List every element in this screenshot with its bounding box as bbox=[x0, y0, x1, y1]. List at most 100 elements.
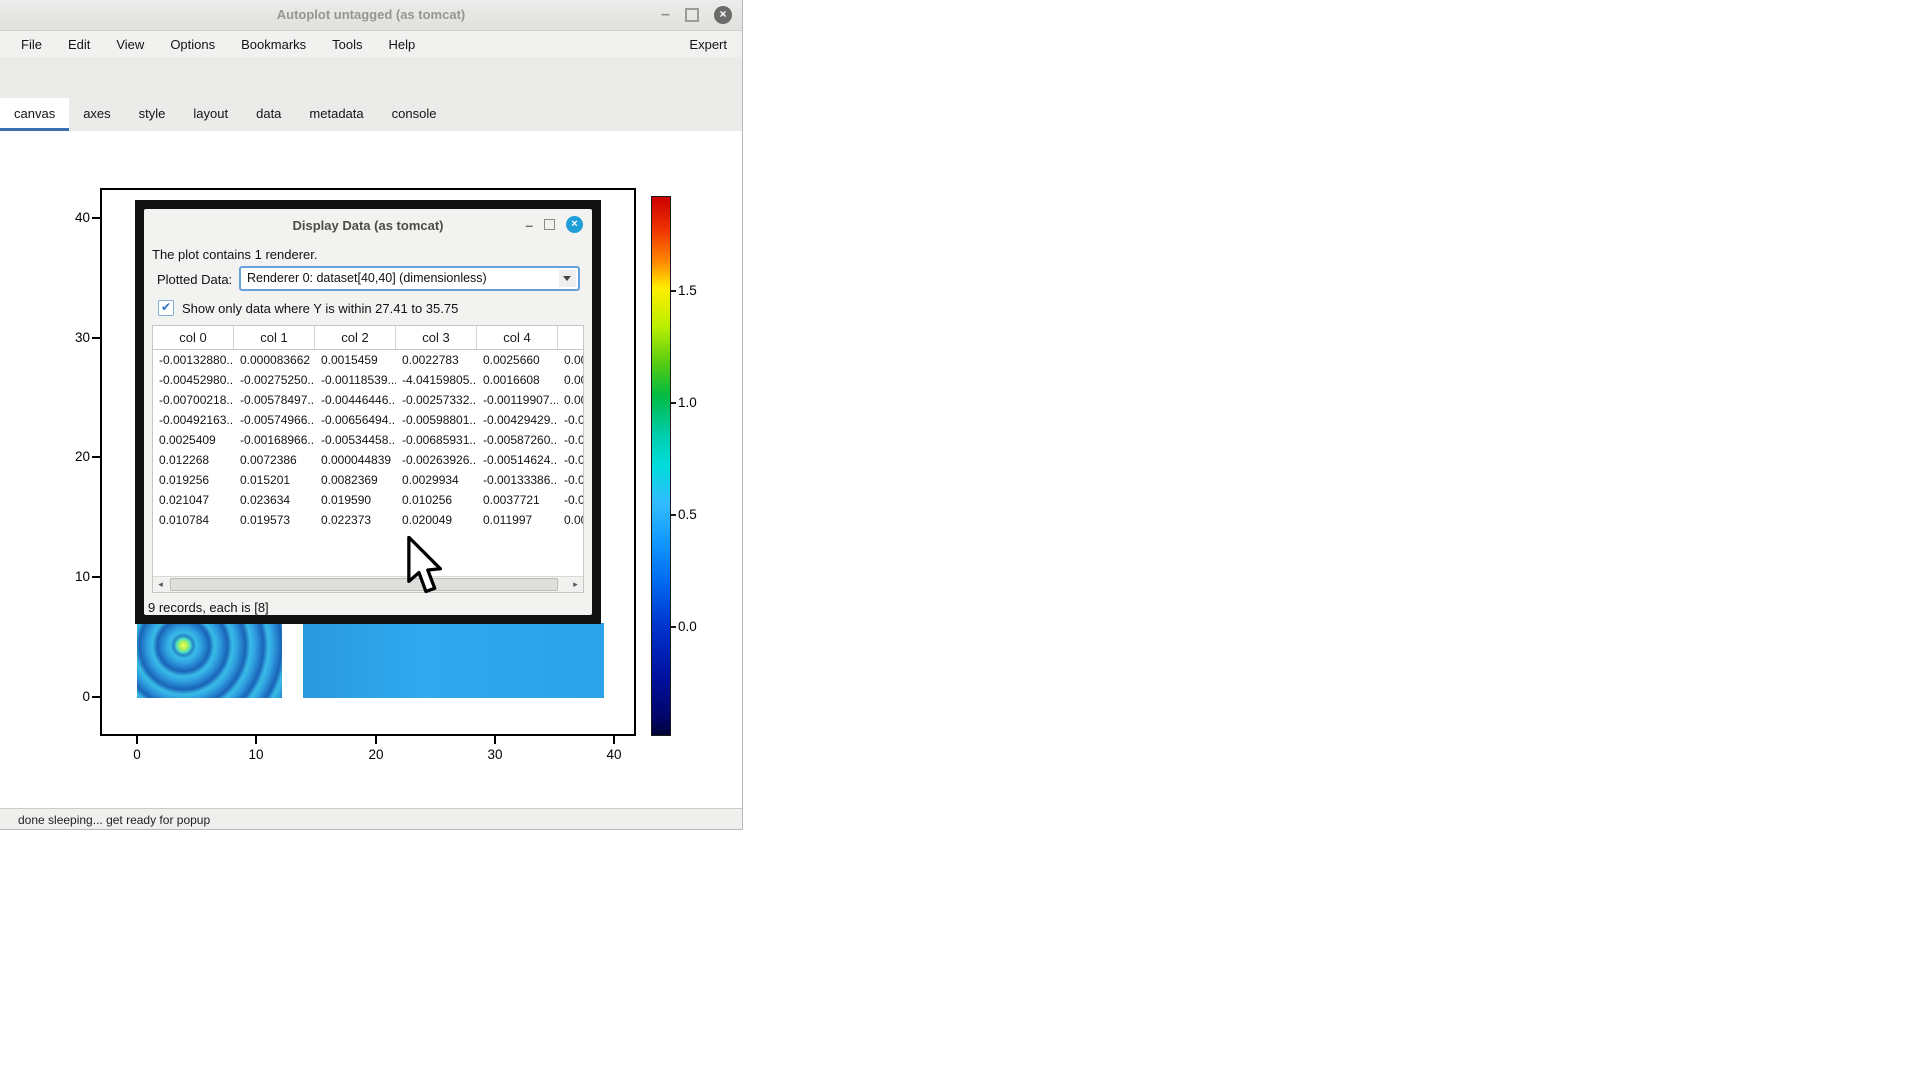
heatmap-flat-patch[interactable] bbox=[303, 623, 604, 698]
table-cell[interactable]: -0.00263926... bbox=[396, 450, 477, 470]
minimize-icon[interactable]: – bbox=[661, 8, 670, 22]
table-cell[interactable]: -0.00429429... bbox=[477, 410, 558, 430]
table-cell[interactable]: 0.00 bbox=[558, 390, 584, 410]
table-cell[interactable]: -0.0 bbox=[558, 490, 584, 510]
x-tick-label: 10 bbox=[234, 747, 278, 762]
table-cell[interactable]: -0.00132880... bbox=[153, 350, 234, 370]
table-cell[interactable]: 0.020049 bbox=[396, 510, 477, 530]
table-cell[interactable]: 0.010784 bbox=[153, 510, 234, 530]
table-cell[interactable]: 0.023634 bbox=[234, 490, 315, 510]
table-cell[interactable]: 0.0072386 bbox=[234, 450, 315, 470]
expert-toggle[interactable]: Expert bbox=[689, 37, 727, 52]
table-cell[interactable]: -0.00168966... bbox=[234, 430, 315, 450]
filter-checkbox[interactable]: ✔ bbox=[158, 300, 174, 316]
filter-row: ✔ Show only data where Y is within 27.41… bbox=[158, 300, 458, 316]
menu-item-help[interactable]: Help bbox=[376, 37, 429, 52]
horizontal-scrollbar[interactable]: ◂ ▸ bbox=[153, 576, 583, 592]
dialog-minimize-icon[interactable]: – bbox=[525, 220, 533, 230]
table-cell[interactable]: -0.0 bbox=[558, 470, 584, 490]
tab-data[interactable]: data bbox=[242, 98, 295, 131]
table-cell[interactable]: 0.00 bbox=[558, 350, 584, 370]
tab-style[interactable]: style bbox=[125, 98, 180, 131]
table-cell[interactable]: -0.0 bbox=[558, 450, 584, 470]
table-cell[interactable]: -0.00598801... bbox=[396, 410, 477, 430]
menu-item-file[interactable]: File bbox=[8, 37, 55, 52]
dialog-maximize-icon[interactable] bbox=[544, 219, 555, 230]
table-cell[interactable]: 0.0022783 bbox=[396, 350, 477, 370]
status-bar: done sleeping... get ready for popup bbox=[0, 808, 742, 829]
table-cell[interactable]: 0.0016608 bbox=[477, 370, 558, 390]
colorbar[interactable] bbox=[651, 196, 671, 736]
table-cell[interactable]: 0.010256 bbox=[396, 490, 477, 510]
scrollbar-thumb[interactable] bbox=[170, 578, 558, 591]
table-cell[interactable]: -4.04159805... bbox=[396, 370, 477, 390]
close-icon[interactable]: × bbox=[714, 6, 732, 24]
plotted-data-chevron-icon[interactable] bbox=[559, 270, 576, 287]
table-cell[interactable]: 0.021047 bbox=[153, 490, 234, 510]
table-cell[interactable]: 0.0037721 bbox=[477, 490, 558, 510]
heatmap-ripples-patch[interactable] bbox=[137, 623, 282, 698]
tab-console[interactable]: console bbox=[378, 98, 451, 131]
menu-item-tools[interactable]: Tools bbox=[319, 37, 375, 52]
table-cell[interactable]: -0.00257332... bbox=[396, 390, 477, 410]
table-cell[interactable]: -0.00275250... bbox=[234, 370, 315, 390]
table-cell[interactable]: -0.00700218... bbox=[153, 390, 234, 410]
colorbar-tick-mark bbox=[671, 626, 676, 628]
menu-items: FileEditViewOptionsBookmarksToolsHelp bbox=[8, 37, 428, 52]
table-cell[interactable]: -0.00133386... bbox=[477, 470, 558, 490]
table-cell[interactable]: 0.0082369 bbox=[315, 470, 396, 490]
table-cell[interactable]: 0.015201 bbox=[234, 470, 315, 490]
tab-metadata[interactable]: metadata bbox=[295, 98, 377, 131]
menu-item-edit[interactable]: Edit bbox=[55, 37, 103, 52]
table-header-cell[interactable] bbox=[558, 326, 584, 349]
tab-layout[interactable]: layout bbox=[179, 98, 242, 131]
table-header-cell[interactable]: col 0 bbox=[153, 326, 234, 349]
table-header-cell[interactable]: col 4 bbox=[477, 326, 558, 349]
table-header-cell[interactable]: col 1 bbox=[234, 326, 315, 349]
table-cell[interactable]: 0.00 bbox=[558, 510, 584, 530]
table-cell[interactable]: 0.0025660 bbox=[477, 350, 558, 370]
table-cell[interactable]: -0.00514624... bbox=[477, 450, 558, 470]
tab-axes[interactable]: axes bbox=[69, 98, 124, 131]
table-cell[interactable]: -0.00656494... bbox=[315, 410, 396, 430]
table-body: -0.00132880...0.0000836620.00154590.0022… bbox=[153, 350, 583, 530]
table-cell[interactable]: 0.019590 bbox=[315, 490, 396, 510]
table-cell[interactable]: 0.011997 bbox=[477, 510, 558, 530]
table-cell[interactable]: -0.00492163... bbox=[153, 410, 234, 430]
table-cell[interactable]: 0.019573 bbox=[234, 510, 315, 530]
maximize-icon[interactable] bbox=[685, 8, 699, 22]
plotted-data-select[interactable]: Renderer 0: dataset[40,40] (dimensionles… bbox=[239, 266, 580, 291]
table-header-cell[interactable]: col 3 bbox=[396, 326, 477, 349]
table-cell[interactable]: 0.000044839 bbox=[315, 450, 396, 470]
menu-item-options[interactable]: Options bbox=[157, 37, 228, 52]
dialog-close-icon[interactable]: × bbox=[566, 216, 583, 233]
tab-canvas[interactable]: canvas bbox=[0, 98, 69, 131]
scrollbar-track[interactable] bbox=[168, 577, 568, 592]
table-header-cell[interactable]: col 2 bbox=[315, 326, 396, 349]
table-cell[interactable]: -0.00534458... bbox=[315, 430, 396, 450]
y-tick-mark bbox=[92, 696, 100, 698]
table-cell[interactable]: 0.000083662 bbox=[234, 350, 315, 370]
table-cell[interactable]: -0.00685931... bbox=[396, 430, 477, 450]
table-cell[interactable]: -0.00574966... bbox=[234, 410, 315, 430]
table-cell[interactable]: -0.0 bbox=[558, 410, 584, 430]
table-cell[interactable]: 0.0025409 bbox=[153, 430, 234, 450]
window-titlebar[interactable]: Autoplot untagged (as tomcat) – × bbox=[0, 0, 742, 31]
scroll-left-icon[interactable]: ◂ bbox=[153, 577, 168, 592]
table-cell[interactable]: 0.00 bbox=[558, 370, 584, 390]
table-cell[interactable]: 0.012268 bbox=[153, 450, 234, 470]
table-cell[interactable]: 0.022373 bbox=[315, 510, 396, 530]
table-cell[interactable]: -0.00452980... bbox=[153, 370, 234, 390]
table-cell[interactable]: -0.00118539... bbox=[315, 370, 396, 390]
scroll-right-icon[interactable]: ▸ bbox=[568, 577, 583, 592]
table-cell[interactable]: -0.00119907... bbox=[477, 390, 558, 410]
table-cell[interactable]: -0.00446446... bbox=[315, 390, 396, 410]
table-cell[interactable]: 0.019256 bbox=[153, 470, 234, 490]
table-cell[interactable]: -0.00587260... bbox=[477, 430, 558, 450]
table-cell[interactable]: 0.0029934 bbox=[396, 470, 477, 490]
table-cell[interactable]: -0.0 bbox=[558, 430, 584, 450]
menu-item-view[interactable]: View bbox=[103, 37, 157, 52]
menu-item-bookmarks[interactable]: Bookmarks bbox=[228, 37, 319, 52]
table-cell[interactable]: 0.0015459 bbox=[315, 350, 396, 370]
table-cell[interactable]: -0.00578497... bbox=[234, 390, 315, 410]
